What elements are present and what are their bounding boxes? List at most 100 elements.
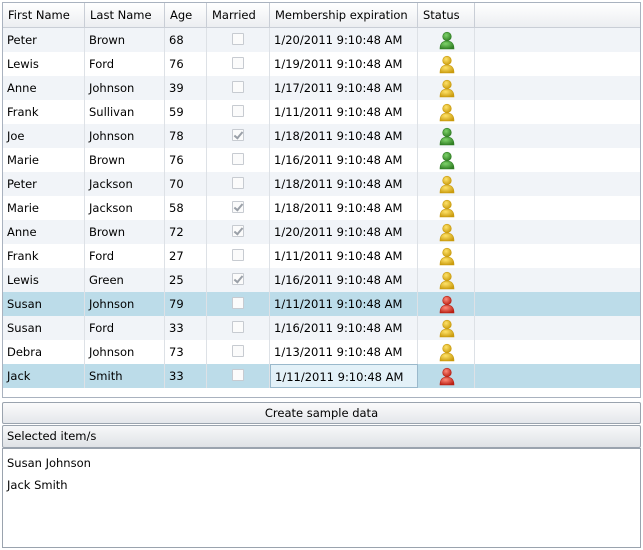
cell-age[interactable]: 73	[165, 340, 207, 364]
cell-membership-expiration[interactable]: 1/11/2011 9:10:48 AM	[270, 364, 418, 388]
cell-last-name[interactable]: Brown	[85, 220, 165, 244]
table-row[interactable]: Marie Jackson 58 1/18/2011 9:10:48 AM	[3, 196, 640, 220]
cell-married[interactable]	[207, 100, 270, 124]
cell-age[interactable]: 25	[165, 268, 207, 292]
cell-membership-expiration[interactable]: 1/20/2011 9:10:48 AM	[270, 220, 418, 244]
column-header-married[interactable]: Married	[207, 3, 270, 27]
married-checkbox[interactable]	[232, 345, 244, 357]
cell-married[interactable]	[207, 244, 270, 268]
column-header-first-name[interactable]: First Name	[3, 3, 85, 27]
cell-age[interactable]: 33	[165, 364, 207, 388]
married-checkbox[interactable]	[232, 105, 244, 117]
cell-first-name[interactable]: Jack	[3, 364, 85, 388]
cell-membership-expiration[interactable]: 1/18/2011 9:10:48 AM	[270, 172, 418, 196]
table-row[interactable]: Susan Ford 33 1/16/2011 9:10:48 AM	[3, 316, 640, 340]
married-checkbox[interactable]	[232, 249, 244, 261]
cell-last-name[interactable]: Ford	[85, 244, 165, 268]
cell-membership-expiration[interactable]: 1/16/2011 9:10:48 AM	[270, 268, 418, 292]
married-checkbox[interactable]	[232, 177, 244, 189]
cell-married[interactable]	[207, 172, 270, 196]
married-checkbox[interactable]	[232, 33, 244, 45]
table-row[interactable]: Frank Sullivan 59 1/11/2011 9:10:48 AM	[3, 100, 640, 124]
column-header-membership-expiration[interactable]: Membership expiration	[270, 3, 418, 27]
married-checkbox[interactable]	[232, 273, 244, 285]
table-row[interactable]: Anne Johnson 39 1/17/2011 9:10:48 AM	[3, 76, 640, 100]
cell-membership-expiration[interactable]: 1/18/2011 9:10:48 AM	[270, 124, 418, 148]
married-checkbox[interactable]	[232, 129, 244, 141]
cell-last-name[interactable]: Sullivan	[85, 100, 165, 124]
cell-age[interactable]: 33	[165, 316, 207, 340]
married-checkbox[interactable]	[232, 201, 244, 213]
married-checkbox[interactable]	[232, 57, 244, 69]
table-row[interactable]: Joe Johnson 78 1/18/2011 9:10:48 AM	[3, 124, 640, 148]
cell-first-name[interactable]: Lewis	[3, 268, 85, 292]
cell-married[interactable]	[207, 196, 270, 220]
cell-last-name[interactable]: Johnson	[85, 340, 165, 364]
cell-membership-expiration[interactable]: 1/16/2011 9:10:48 AM	[270, 148, 418, 172]
table-row[interactable]: Peter Brown 68 1/20/2011 9:10:48 AM	[3, 28, 640, 52]
cell-age[interactable]: 76	[165, 148, 207, 172]
table-row[interactable]: Debra Johnson 73 1/13/2011 9:10:48 AM	[3, 340, 640, 364]
table-row[interactable]: Jack Smith 33 1/11/2011 9:10:48 AM	[3, 364, 640, 388]
table-row[interactable]: Lewis Green 25 1/16/2011 9:10:48 AM	[3, 268, 640, 292]
cell-age[interactable]: 79	[165, 292, 207, 316]
cell-married[interactable]	[207, 292, 270, 316]
cell-married[interactable]	[207, 124, 270, 148]
column-header-last-name[interactable]: Last Name	[85, 3, 165, 27]
table-row[interactable]: Frank Ford 27 1/11/2011 9:10:48 AM	[3, 244, 640, 268]
cell-married[interactable]	[207, 76, 270, 100]
cell-first-name[interactable]: Marie	[3, 148, 85, 172]
create-sample-data-button[interactable]: Create sample data	[2, 402, 641, 424]
cell-age[interactable]: 76	[165, 52, 207, 76]
cell-last-name[interactable]: Ford	[85, 52, 165, 76]
cell-membership-expiration[interactable]: 1/11/2011 9:10:48 AM	[270, 100, 418, 124]
cell-first-name[interactable]: Susan	[3, 292, 85, 316]
cell-married[interactable]	[207, 316, 270, 340]
cell-membership-expiration[interactable]: 1/16/2011 9:10:48 AM	[270, 316, 418, 340]
cell-married[interactable]	[207, 340, 270, 364]
cell-last-name[interactable]: Jackson	[85, 172, 165, 196]
cell-age[interactable]: 39	[165, 76, 207, 100]
cell-married[interactable]	[207, 220, 270, 244]
married-checkbox[interactable]	[232, 369, 244, 381]
cell-last-name[interactable]: Johnson	[85, 124, 165, 148]
table-row[interactable]: Anne Brown 72 1/20/2011 9:10:48 AM	[3, 220, 640, 244]
cell-first-name[interactable]: Lewis	[3, 52, 85, 76]
cell-last-name[interactable]: Green	[85, 268, 165, 292]
cell-last-name[interactable]: Jackson	[85, 196, 165, 220]
cell-membership-expiration[interactable]: 1/17/2011 9:10:48 AM	[270, 76, 418, 100]
cell-age[interactable]: 70	[165, 172, 207, 196]
cell-first-name[interactable]: Peter	[3, 172, 85, 196]
table-row[interactable]: Marie Brown 76 1/16/2011 9:10:48 AM	[3, 148, 640, 172]
table-row[interactable]: Susan Johnson 79 1/11/2011 9:10:48 AM	[3, 292, 640, 316]
cell-married[interactable]	[207, 52, 270, 76]
cell-first-name[interactable]: Anne	[3, 76, 85, 100]
cell-last-name[interactable]: Brown	[85, 148, 165, 172]
married-checkbox[interactable]	[232, 297, 244, 309]
cell-membership-expiration[interactable]: 1/19/2011 9:10:48 AM	[270, 52, 418, 76]
table-row[interactable]: Peter Jackson 70 1/18/2011 9:10:48 AM	[3, 172, 640, 196]
cell-age[interactable]: 58	[165, 196, 207, 220]
cell-first-name[interactable]: Peter	[3, 28, 85, 52]
cell-last-name[interactable]: Brown	[85, 28, 165, 52]
cell-last-name[interactable]: Smith	[85, 364, 165, 388]
cell-last-name[interactable]: Johnson	[85, 76, 165, 100]
cell-membership-expiration[interactable]: 1/18/2011 9:10:48 AM	[270, 196, 418, 220]
cell-first-name[interactable]: Marie	[3, 196, 85, 220]
selected-items-list[interactable]: Susan Johnson Jack Smith	[2, 448, 641, 548]
cell-last-name[interactable]: Johnson	[85, 292, 165, 316]
cell-first-name[interactable]: Frank	[3, 244, 85, 268]
cell-age[interactable]: 78	[165, 124, 207, 148]
married-checkbox[interactable]	[232, 225, 244, 237]
column-header-status[interactable]: Status	[418, 3, 475, 27]
cell-age[interactable]: 68	[165, 28, 207, 52]
cell-age[interactable]: 27	[165, 244, 207, 268]
cell-first-name[interactable]: Susan	[3, 316, 85, 340]
people-data-grid[interactable]: First Name Last Name Age Married Members…	[2, 2, 641, 398]
cell-first-name[interactable]: Frank	[3, 100, 85, 124]
cell-membership-expiration[interactable]: 1/11/2011 9:10:48 AM	[270, 292, 418, 316]
table-row[interactable]: Lewis Ford 76 1/19/2011 9:10:48 AM	[3, 52, 640, 76]
cell-membership-expiration[interactable]: 1/13/2011 9:10:48 AM	[270, 340, 418, 364]
cell-first-name[interactable]: Debra	[3, 340, 85, 364]
cell-married[interactable]	[207, 28, 270, 52]
